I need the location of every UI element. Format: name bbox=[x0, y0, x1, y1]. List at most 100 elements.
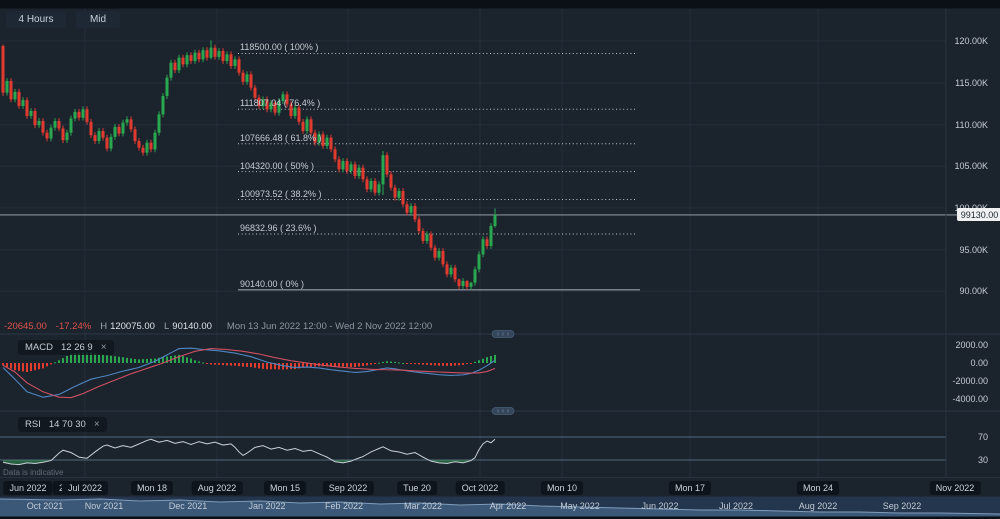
candle-body bbox=[90, 122, 93, 135]
macd-histogram-bar bbox=[442, 363, 444, 366]
candle-body bbox=[486, 239, 489, 246]
macd-histogram-bar bbox=[62, 358, 64, 363]
candle-body bbox=[150, 143, 153, 150]
candle-body bbox=[42, 121, 45, 133]
candle-body bbox=[434, 248, 437, 258]
macd-histogram-bar bbox=[370, 363, 372, 365]
macd-histogram-bar bbox=[130, 359, 132, 364]
rsi-params: 14 70 30 bbox=[49, 419, 86, 430]
navigator-month-label: Jul 2022 bbox=[719, 501, 753, 511]
candle-body bbox=[78, 112, 81, 118]
chart-canvas[interactable] bbox=[0, 0, 1000, 519]
macd-histogram-bar bbox=[378, 363, 380, 364]
candle-body bbox=[134, 129, 137, 141]
candle-body bbox=[162, 96, 165, 114]
macd-histogram-bar bbox=[238, 363, 240, 366]
candle-body bbox=[6, 81, 9, 93]
candle-body bbox=[490, 226, 493, 246]
candle-body bbox=[226, 54, 229, 61]
macd-histogram-bar bbox=[66, 356, 68, 363]
candle-body bbox=[62, 128, 65, 140]
candle-body bbox=[250, 74, 253, 87]
candle-body bbox=[422, 231, 425, 241]
navigator-month-label: Sep 2022 bbox=[883, 501, 922, 511]
candle-body bbox=[66, 133, 69, 140]
fib-level-label: 111807.04 ( 76.4% ) bbox=[240, 98, 320, 108]
candle-body bbox=[122, 123, 125, 134]
date-range: Mon 13 Jun 2022 12:00 - Wed 2 Nov 2022 1… bbox=[227, 321, 432, 332]
candle-body bbox=[334, 149, 337, 159]
candle-body bbox=[218, 51, 221, 57]
macd-histogram-bar bbox=[218, 363, 220, 365]
fib-level-label: 96832.96 ( 23.6% ) bbox=[240, 223, 317, 233]
macd-histogram-bar bbox=[266, 363, 268, 369]
candle-body bbox=[30, 111, 33, 116]
macd-histogram-bar bbox=[10, 363, 12, 369]
candle-body bbox=[410, 206, 413, 213]
macd-histogram-bar bbox=[278, 363, 280, 369]
macd-histogram-bar bbox=[34, 363, 36, 370]
change-value: -20645.00 bbox=[4, 321, 47, 332]
candle-body bbox=[74, 112, 77, 119]
macd-histogram-bar bbox=[426, 363, 428, 365]
candle-body bbox=[210, 48, 213, 58]
candle-body bbox=[138, 141, 141, 148]
macd-histogram-bar bbox=[214, 363, 216, 365]
fib-level-label: 118500.00 ( 100% ) bbox=[240, 42, 318, 52]
candle-body bbox=[342, 161, 345, 169]
macd-histogram-bar bbox=[362, 363, 364, 366]
macd-histogram-bar bbox=[190, 359, 192, 364]
candle-body bbox=[402, 191, 405, 204]
candle-body bbox=[330, 138, 333, 150]
timeframe-button[interactable]: 4 Hours bbox=[6, 11, 66, 28]
candle-body bbox=[374, 181, 377, 193]
candle-body bbox=[390, 174, 393, 187]
candle-body bbox=[198, 53, 201, 60]
price-type-button[interactable]: Mid bbox=[76, 11, 120, 28]
candle-body bbox=[470, 283, 473, 287]
macd-histogram-bar bbox=[466, 363, 468, 364]
change-percent: -17.24% bbox=[56, 321, 91, 332]
macd-close-icon[interactable]: × bbox=[101, 342, 107, 353]
x-axis-label: Tue 20 bbox=[397, 481, 437, 495]
macd-histogram-bar bbox=[346, 363, 348, 367]
macd-histogram-bar bbox=[262, 363, 264, 369]
candle-body bbox=[454, 268, 457, 280]
candle-body bbox=[338, 159, 341, 169]
macd-histogram-bar bbox=[474, 362, 476, 363]
macd-histogram-bar bbox=[234, 363, 236, 366]
macd-histogram-bar bbox=[250, 363, 252, 367]
candle-body bbox=[186, 55, 189, 64]
rsi-close-icon[interactable]: × bbox=[94, 419, 100, 430]
x-axis-label: Mon 17 bbox=[669, 481, 711, 495]
candle-body bbox=[234, 59, 237, 66]
price-axis-tick: 110.00K bbox=[930, 120, 988, 130]
macd-histogram-bar bbox=[434, 363, 436, 365]
macd-histogram-bar bbox=[246, 363, 248, 367]
macd-histogram-bar bbox=[478, 360, 480, 363]
candle-body bbox=[190, 55, 193, 61]
macd-histogram-bar bbox=[118, 357, 120, 363]
macd-histogram-bar bbox=[210, 363, 212, 365]
candle-body bbox=[38, 121, 41, 125]
x-axis-label: Oct 2022 bbox=[456, 481, 505, 495]
candle-body bbox=[70, 118, 73, 132]
candle-body bbox=[442, 251, 445, 264]
macd-title: MACD bbox=[25, 342, 53, 353]
candle-body bbox=[126, 119, 129, 122]
candle-body bbox=[166, 78, 169, 96]
candle-body bbox=[214, 48, 217, 57]
candle-body bbox=[86, 109, 89, 121]
price-axis-tick: 115.00K bbox=[930, 78, 988, 88]
candle-body bbox=[98, 131, 101, 141]
price-axis-tick: 90.00K bbox=[930, 286, 988, 296]
navigator-month-label: Dec 2021 bbox=[169, 501, 208, 511]
macd-histogram-bar bbox=[6, 363, 8, 367]
macd-histogram-bar bbox=[26, 363, 28, 372]
macd-histogram-bar bbox=[394, 362, 396, 363]
candle-body bbox=[230, 54, 233, 66]
trading-chart-app: 118500.00 ( 100% )111807.04 ( 76.4% )107… bbox=[0, 0, 1000, 519]
candle-body bbox=[106, 138, 109, 149]
candle-body bbox=[14, 92, 17, 99]
macd-histogram-bar bbox=[114, 356, 116, 363]
